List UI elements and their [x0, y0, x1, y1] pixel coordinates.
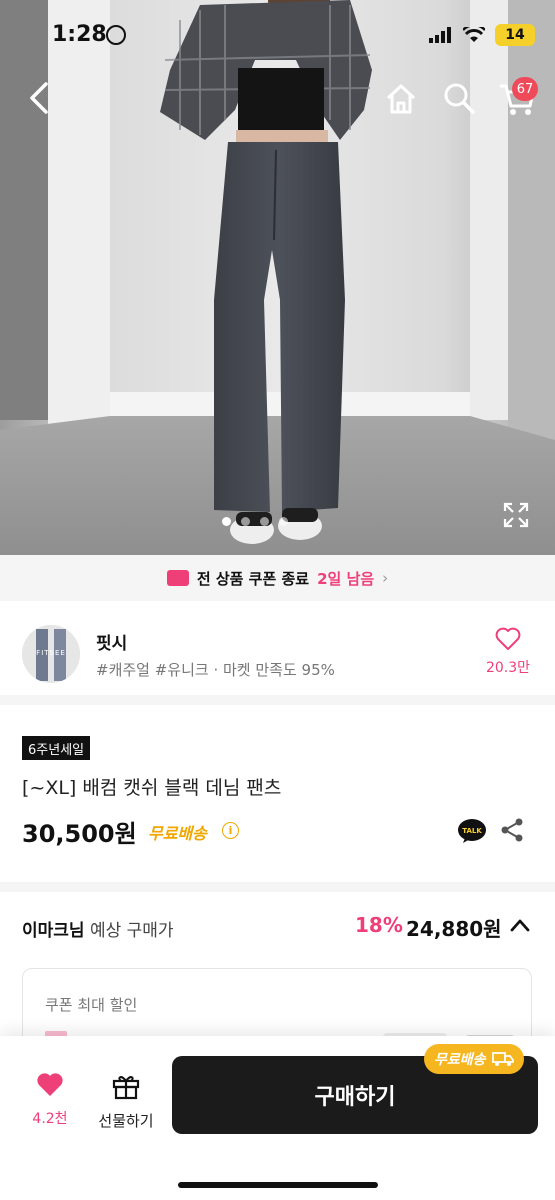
home-icon[interactable]	[384, 82, 418, 116]
back-icon[interactable]	[24, 80, 56, 116]
free-shipping-label: 무료배송	[148, 824, 207, 843]
talk-icon[interactable]: TALK	[457, 818, 487, 844]
expand-icon[interactable]	[503, 502, 529, 528]
product-image-carousel[interactable]: 1:28 14 67	[0, 0, 555, 555]
carousel-dot[interactable]	[279, 517, 288, 526]
coupon-banner-title: 전 상품 쿠폰 종료	[196, 569, 310, 588]
like-button[interactable]: 4.2천	[20, 1072, 80, 1128]
expected-price: 24,880원	[406, 917, 502, 941]
shop-like-button[interactable]: 20.3만	[483, 627, 533, 677]
chevron-up-icon[interactable]	[509, 917, 531, 933]
shop-like-count: 20.3만	[485, 660, 531, 676]
section-divider	[0, 882, 555, 892]
battery-indicator: 14	[495, 24, 535, 46]
heart-outline-icon	[495, 627, 521, 650]
bottom-action-bar: 4.2천 선물하기 구매하기 무료배송	[0, 1036, 555, 1200]
sale-tag: 6주년세일	[22, 736, 91, 760]
status-face-icon	[106, 25, 126, 45]
carousel-dot[interactable]	[222, 517, 231, 526]
shop-avatar-text: FITSEE	[36, 649, 66, 657]
carousel-dot[interactable]	[241, 517, 250, 526]
shop-meta: #캐주얼 #유니크 · 마켓 만족도 95%	[96, 661, 335, 679]
chevron-right-icon: ›	[382, 569, 389, 587]
carousel-dot[interactable]	[260, 517, 269, 526]
truck-icon	[491, 1052, 514, 1066]
free-shipping-badge: 무료배송	[424, 1044, 524, 1074]
status-time: 1:28	[52, 22, 107, 47]
gift-label: 선물하기	[98, 1112, 154, 1130]
home-indicator	[178, 1182, 378, 1188]
coupon-banner[interactable]: 전 상품 쿠폰 종료 2일 남음 ›	[0, 555, 555, 601]
share-icon[interactable]	[499, 817, 525, 843]
shop-name[interactable]: 핏시	[96, 629, 127, 654]
gift-icon	[112, 1076, 140, 1100]
shop-avatar[interactable]: FITSEE	[22, 625, 80, 683]
signal-icon	[429, 27, 451, 43]
coupon-ticket-icon	[166, 570, 189, 586]
like-count: 4.2천	[32, 1111, 68, 1127]
coupon-banner-remaining: 2일 남음	[317, 569, 375, 588]
product-title: [~XL] 배컴 캣쉬 블랙 데님 팬츠	[22, 777, 282, 799]
carousel-dots	[222, 517, 288, 526]
search-icon[interactable]	[443, 82, 475, 114]
heart-filled-icon	[37, 1073, 63, 1096]
svg-text:TALK: TALK	[462, 827, 482, 835]
product-price: 30,500원	[22, 820, 137, 848]
info-icon[interactable]: i	[222, 822, 239, 839]
status-indicators: 14	[429, 24, 535, 46]
wifi-icon	[463, 27, 485, 42]
expected-price-label: 이마크님 예상 구매가	[22, 916, 174, 941]
cart-count-badge: 67	[512, 77, 538, 101]
gift-button[interactable]: 선물하기	[90, 1072, 162, 1131]
expected-price-row[interactable]: 이마크님 예상 구매가 18% 24,880원	[0, 892, 555, 962]
free-shipping-badge-label: 무료배송	[434, 1052, 486, 1068]
expected-discount: 18%	[355, 913, 403, 937]
expected-label-text: 예상 구매가	[89, 921, 174, 941]
status-bar: 1:28 14	[0, 0, 555, 72]
shop-info[interactable]: FITSEE 핏시 #캐주얼 #유니크 · 마켓 만족도 95% 20.3만	[0, 601, 555, 705]
coupon-box-title: 쿠폰 최대 할인	[45, 996, 138, 1014]
user-name: 이마크님	[22, 921, 85, 941]
